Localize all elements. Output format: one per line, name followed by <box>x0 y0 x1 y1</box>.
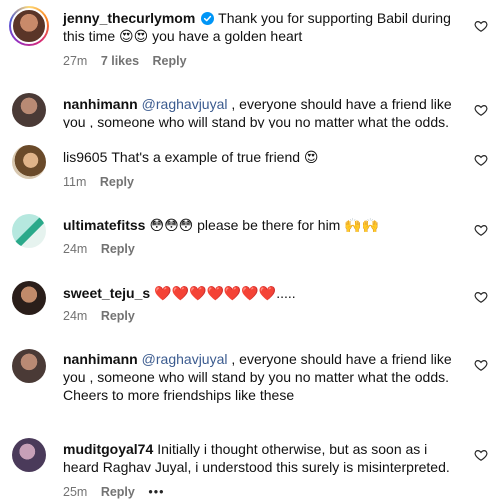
reply-button[interactable]: Reply <box>100 175 134 189</box>
comment-meta: 24m Reply <box>63 309 145 323</box>
comment-text: nanhimann @raghavjuyal , everyone should … <box>63 350 462 404</box>
avatar[interactable] <box>9 6 49 46</box>
avatar[interactable] <box>12 281 46 315</box>
comment-body: ❤️❤️❤️❤️❤️❤️❤️..... <box>154 285 296 301</box>
comment-text: muditgoyal74 Initially i thought otherwis… <box>63 440 462 476</box>
mention-link[interactable]: @raghavjuyal <box>142 96 228 112</box>
username[interactable]: ultimatefitss <box>63 217 145 233</box>
username[interactable]: muditgoyal74 <box>63 441 153 457</box>
comment-time: 11m <box>63 175 87 189</box>
username[interactable]: jenny_thecurlymom <box>63 10 195 26</box>
heart-outline-icon[interactable] <box>474 153 488 167</box>
username[interactable]: lis9605 <box>63 149 107 165</box>
comment-time: 24m <box>63 309 88 323</box>
reply-button[interactable]: Reply <box>101 242 135 256</box>
comment-text: sweet_teju_s ❤️❤️❤️❤️❤️❤️❤️..... <box>63 284 462 302</box>
comment-meta: 27m 7 likes Reply <box>63 54 197 68</box>
username[interactable]: nanhimann <box>63 351 138 367</box>
comment-time: 27m <box>63 54 88 68</box>
more-options-icon[interactable]: ••• <box>148 485 164 499</box>
avatar[interactable] <box>12 438 46 472</box>
username[interactable]: nanhimann <box>63 96 138 112</box>
heart-outline-icon[interactable] <box>474 358 488 372</box>
reply-button[interactable]: Reply <box>101 309 135 323</box>
heart-outline-icon[interactable] <box>474 448 488 462</box>
comment-text: nanhimann @raghavjuyal , everyone should … <box>63 95 462 128</box>
reply-button[interactable]: Reply <box>101 485 135 499</box>
comment-text: jenny_thecurlymom Thank you for supporti… <box>63 9 462 45</box>
comment-meta: 25m Reply ••• <box>63 485 174 499</box>
comment-time: 24m <box>63 242 88 256</box>
comment-body: 😳😳😳 please be there for him 🙌🙌 <box>149 217 380 233</box>
comment-meta: 11m Reply <box>63 175 144 189</box>
comment-text: ultimatefitss 😳😳😳 please be there for him… <box>63 216 462 234</box>
heart-outline-icon[interactable] <box>474 290 488 304</box>
comment-time: 25m <box>63 485 88 499</box>
heart-outline-icon[interactable] <box>474 103 488 117</box>
comment-text: lis9605 That's a example of true friend 😍 <box>63 148 462 166</box>
comment-meta: 24m Reply <box>63 242 145 256</box>
username[interactable]: sweet_teju_s <box>63 285 150 301</box>
avatar[interactable] <box>12 93 46 127</box>
mention-link[interactable]: @raghavjuyal <box>142 351 228 367</box>
avatar[interactable] <box>12 349 46 383</box>
verified-badge-icon <box>201 12 215 25</box>
avatar[interactable] <box>12 214 46 248</box>
avatar[interactable] <box>12 145 46 179</box>
heart-outline-icon[interactable] <box>474 223 488 237</box>
heart-outline-icon[interactable] <box>474 19 488 33</box>
likes-count[interactable]: 7 likes <box>101 54 139 68</box>
comment-body: That's a example of true friend 😍 <box>111 149 319 165</box>
reply-button[interactable]: Reply <box>153 54 187 68</box>
